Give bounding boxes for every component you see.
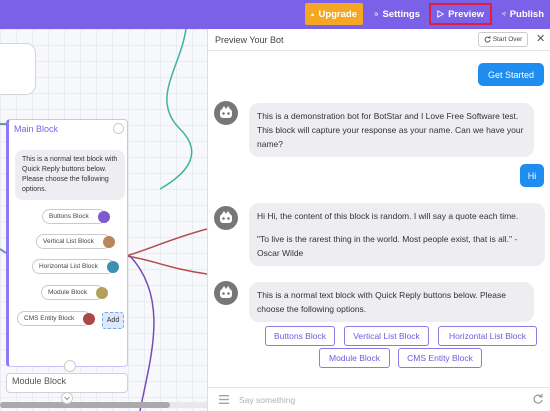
bot-message: This is a normal text block with Quick R… (249, 282, 534, 322)
connector-icon[interactable] (97, 211, 110, 223)
menu-icon[interactable] (219, 395, 229, 404)
close-icon[interactable]: ✕ (536, 32, 545, 45)
node-option-label: Vertical List Block (43, 238, 94, 245)
node-option-label: Buttons Block (49, 213, 89, 220)
robot-icon (220, 286, 232, 298)
chevron-down-icon[interactable] (61, 392, 73, 404)
bot-message-line: Hi Hi, the content of this block is rand… (257, 211, 519, 221)
send-icon (502, 11, 506, 17)
bot-message: Hi Hi, the content of this block is rand… (249, 203, 545, 266)
start-over-label: Start Over (492, 36, 523, 43)
node-option-vertical-list-block[interactable]: Vertical List Block (36, 234, 115, 249)
play-icon (437, 10, 445, 18)
settings-label: Settings (382, 8, 420, 20)
main-block-node[interactable]: Main Block This is a normal text block w… (6, 119, 128, 372)
robot-icon (220, 106, 232, 118)
restart-icon (484, 36, 491, 43)
node-output-handle[interactable] (64, 360, 76, 372)
upgrade-button[interactable]: Upgrade (305, 3, 363, 25)
quick-reply-cms-entity-block[interactable]: CMS Entity Block (398, 348, 482, 368)
top-toolbar: Upgrade Settings Preview Publish (0, 0, 550, 29)
preview-panel: Preview Your Bot Start Over ✕ Get Starte… (207, 29, 550, 411)
connector-icon[interactable] (102, 236, 115, 248)
node-option-horizontal-list-block[interactable]: Horizontal List Block (32, 259, 119, 274)
module-block-node[interactable]: Module Block (6, 373, 128, 393)
bot-avatar (214, 101, 238, 125)
settings-button[interactable]: Settings (368, 3, 426, 25)
bot-avatar (214, 206, 238, 230)
start-over-button[interactable]: Start Over (478, 32, 528, 47)
upgrade-label: Upgrade (318, 8, 357, 20)
bot-message: This is a demonstration bot for BotStar … (249, 103, 534, 157)
connector-icon[interactable] (106, 261, 119, 273)
bot-message-line: "To live is the rarest thing in the worl… (257, 234, 518, 258)
preview-header: Preview Your Bot Start Over ✕ (208, 29, 550, 51)
publish-label: Publish (509, 8, 544, 20)
node-option-module-block[interactable]: Module Block (41, 285, 109, 300)
module-block-title: Module Block (12, 376, 67, 386)
canvas-node-stub[interactable] (0, 43, 36, 95)
node-menu-icon[interactable] (113, 123, 124, 134)
chat-input[interactable]: Say something (239, 395, 295, 405)
quick-reply-buttons-block[interactable]: Buttons Block (265, 326, 335, 346)
connector-icon[interactable] (96, 287, 109, 299)
node-option-label: Horizontal List Block (39, 263, 98, 270)
user-message: Hi (520, 164, 544, 187)
node-option-label: CMS Entity Block (24, 315, 75, 322)
node-option-buttons-block[interactable]: Buttons Block (42, 209, 110, 224)
canvas-scrollbar-thumb[interactable] (0, 402, 170, 408)
main-block-title: Main Block (14, 124, 59, 134)
connector-icon[interactable] (83, 313, 96, 325)
node-option-cms-entity-block[interactable]: CMS Entity Block (17, 311, 96, 326)
add-option-button[interactable]: Add (102, 312, 124, 329)
quick-reply-horizontal-list-block[interactable]: Horizontal List Block (438, 326, 537, 346)
get-started-bubble: Get Started (478, 63, 544, 86)
bot-avatar (214, 281, 238, 305)
chat-input-bar: Say something (208, 387, 550, 411)
quick-reply-module-block[interactable]: Module Block (319, 348, 390, 368)
main-block-text: This is a normal text block with Quick R… (15, 150, 125, 200)
quick-reply-vertical-list-block[interactable]: Vertical List Block (344, 326, 429, 346)
preview-button[interactable]: Preview (429, 3, 492, 25)
gear-icon (374, 12, 379, 16)
crown-icon (311, 12, 315, 16)
preview-title: Preview Your Bot (215, 35, 284, 45)
robot-icon (220, 211, 232, 223)
canvas-scrollbar[interactable] (0, 402, 207, 408)
node-option-label: Module Block (48, 289, 88, 296)
preview-label: Preview (448, 8, 484, 20)
publish-button[interactable]: Publish (496, 3, 550, 25)
refresh-icon[interactable] (532, 393, 544, 405)
